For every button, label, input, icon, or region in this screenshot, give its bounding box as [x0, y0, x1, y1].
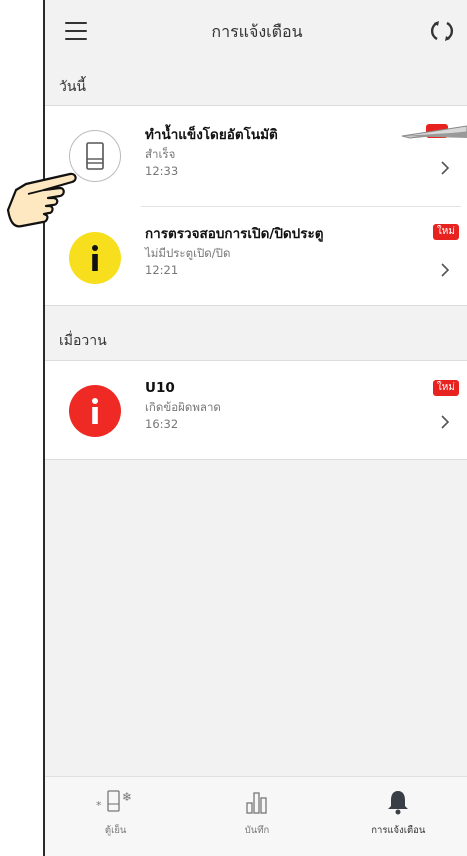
notification-item-u10[interactable]: U10 เกิดข้อผิดพลาด 16:32 ใหม่	[45, 360, 467, 460]
new-badge: ใหม่	[432, 380, 459, 396]
bottom-navigation: * ❄ ตู้เย็น บันทึก การแจ้งเตือน	[45, 776, 467, 856]
page-title: การแจ้งเตือน	[211, 21, 303, 41]
section-header-today: วันนี้	[59, 79, 87, 95]
svg-text:❄: ❄	[122, 790, 132, 804]
notification-title: การตรวจสอบการเปิด/ปิดประตู	[145, 226, 324, 242]
pointing-hand-icon	[6, 172, 77, 228]
notification-time: 12:21	[145, 263, 179, 277]
nav-label: บันทึก	[244, 825, 270, 836]
notification-title: ทำน้ำแข็งโดยอัตโนมัติ	[145, 127, 278, 143]
notification-title: U10	[145, 380, 175, 396]
section-header-yesterday: เมื่อวาน	[59, 333, 107, 349]
bell-icon	[388, 791, 409, 815]
nav-label: การแจ้งเตือน	[371, 825, 426, 836]
fridge-snow-icon: * ❄	[96, 790, 132, 812]
nav-label: ตู้เย็น	[104, 825, 127, 836]
chevron-right-icon	[441, 263, 450, 277]
refresh-icon[interactable]	[429, 18, 455, 44]
notification-time: 16:32	[145, 417, 179, 431]
notification-subtitle: เกิดข้อผิดพลาด	[145, 400, 221, 414]
notification-item-door[interactable]: การตรวจสอบการเปิด/ปิดประตู ไม่มีประตูเปิ…	[45, 207, 467, 307]
nav-tab-notifications[interactable]: การแจ้งเตือน	[328, 777, 467, 856]
hamburger-menu-icon[interactable]	[65, 22, 87, 40]
nav-tab-log[interactable]: บันทึก	[186, 777, 327, 856]
notification-subtitle: สำเร็จ	[145, 147, 176, 161]
tutorial-arrow-pointer	[401, 124, 467, 139]
bar-chart-icon	[246, 792, 267, 814]
new-badge: ใหม่	[432, 224, 459, 240]
info-icon	[69, 385, 121, 437]
svg-text:*: *	[96, 799, 102, 812]
chevron-right-icon	[441, 415, 450, 429]
chevron-right-icon	[441, 161, 450, 175]
top-bar: การแจ้งเตือน	[45, 0, 467, 62]
nav-tab-fridge[interactable]: * ❄ ตู้เย็น	[45, 777, 186, 856]
notification-subtitle: ไม่มีประตูเปิด/ปิด	[145, 246, 231, 260]
notification-time: 12:33	[145, 164, 179, 178]
